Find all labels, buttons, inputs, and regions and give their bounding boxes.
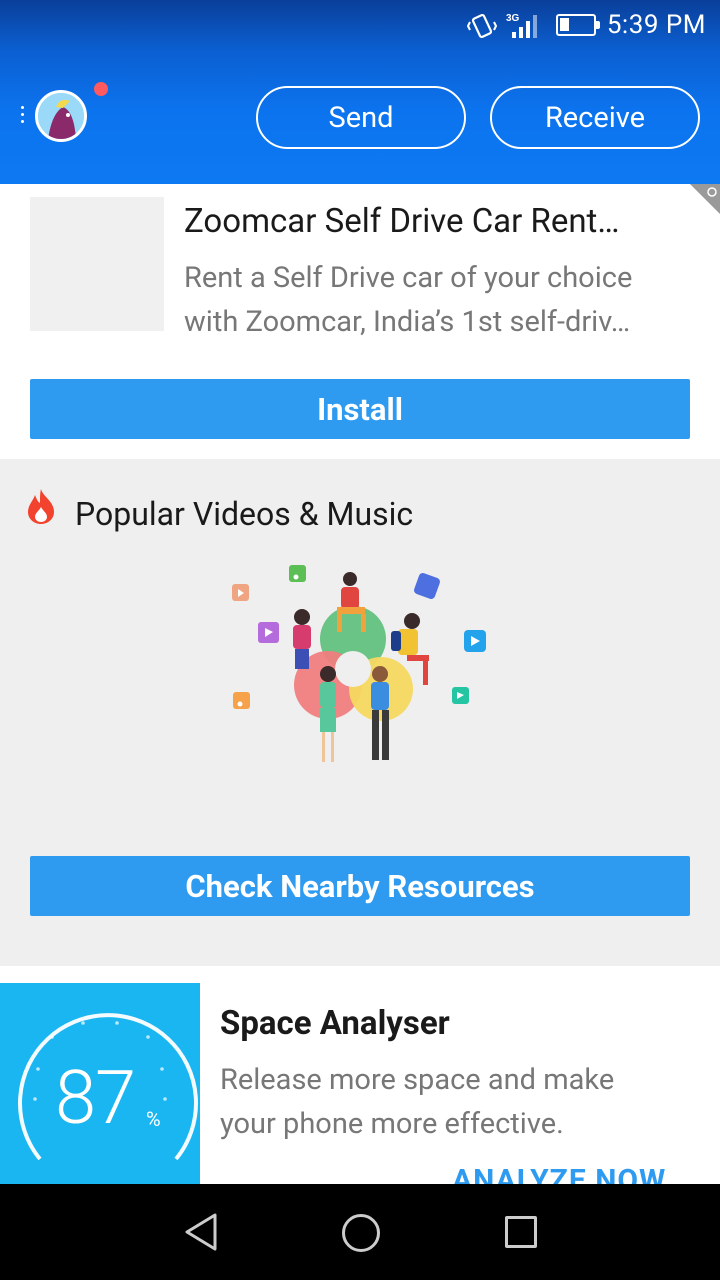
- ad-description-line: with Zoomcar, India’s 1st self-driv…: [184, 305, 631, 339]
- ad-card[interactable]: Zoomcar Self Drive Car Rent… Rent a Self…: [0, 184, 720, 459]
- menu-icon[interactable]: [18, 106, 26, 130]
- status-time: 5:39 PM: [606, 10, 706, 40]
- ad-description-line: Rent a Self Drive car of your choice: [184, 261, 633, 295]
- space-analyser-card[interactable]: 87 % Space Analyser Release more space a…: [0, 966, 720, 1198]
- send-button[interactable]: Send: [256, 86, 466, 149]
- receive-button[interactable]: Receive: [490, 86, 700, 149]
- ad-title: Zoomcar Self Drive Car Rent…: [184, 202, 620, 241]
- storage-percent-sign: %: [146, 1107, 161, 1131]
- space-analyser-description-line: your phone more effective.: [220, 1107, 564, 1141]
- battery-icon: [556, 14, 600, 36]
- storage-percent: 87: [55, 1055, 136, 1142]
- app-screen: 3G 5:39 PM Send Receive Zoomcar Self Dri…: [0, 0, 720, 1280]
- ad-badge-icon[interactable]: [690, 184, 720, 214]
- install-button[interactable]: Install: [30, 379, 690, 439]
- svg-text:3G: 3G: [506, 13, 520, 24]
- home-icon[interactable]: [342, 1214, 380, 1252]
- space-analyser-description: Release more space and make your phone m…: [220, 1058, 700, 1146]
- fire-icon: [28, 489, 54, 524]
- app-header: 3G 5:39 PM Send Receive: [0, 0, 720, 184]
- avatar-illustration: [38, 93, 84, 139]
- ad-description: Rent a Self Drive car of your choice wit…: [184, 256, 694, 344]
- back-icon[interactable]: [183, 1212, 219, 1252]
- space-analyser-description-line: Release more space and make: [220, 1063, 615, 1097]
- status-bar: 3G 5:39 PM: [0, 0, 720, 52]
- people-music-illustration: [232, 565, 486, 762]
- section-title: Popular Videos & Music: [75, 495, 414, 533]
- popular-section: Popular Videos & Music Check Nearby Reso…: [0, 459, 720, 966]
- vibrate-icon: [467, 13, 497, 39]
- signal-icon: 3G: [506, 13, 537, 38]
- battery-level: [560, 18, 569, 31]
- system-nav-bar: [0, 1184, 720, 1280]
- avatar[interactable]: [35, 90, 87, 142]
- storage-gauge: 87 %: [0, 983, 200, 1184]
- space-analyser-title: Space Analyser: [220, 1004, 450, 1043]
- notification-dot: [94, 82, 108, 96]
- check-nearby-button[interactable]: Check Nearby Resources: [30, 856, 690, 916]
- recents-icon[interactable]: [505, 1216, 537, 1248]
- ad-thumbnail: [30, 197, 164, 331]
